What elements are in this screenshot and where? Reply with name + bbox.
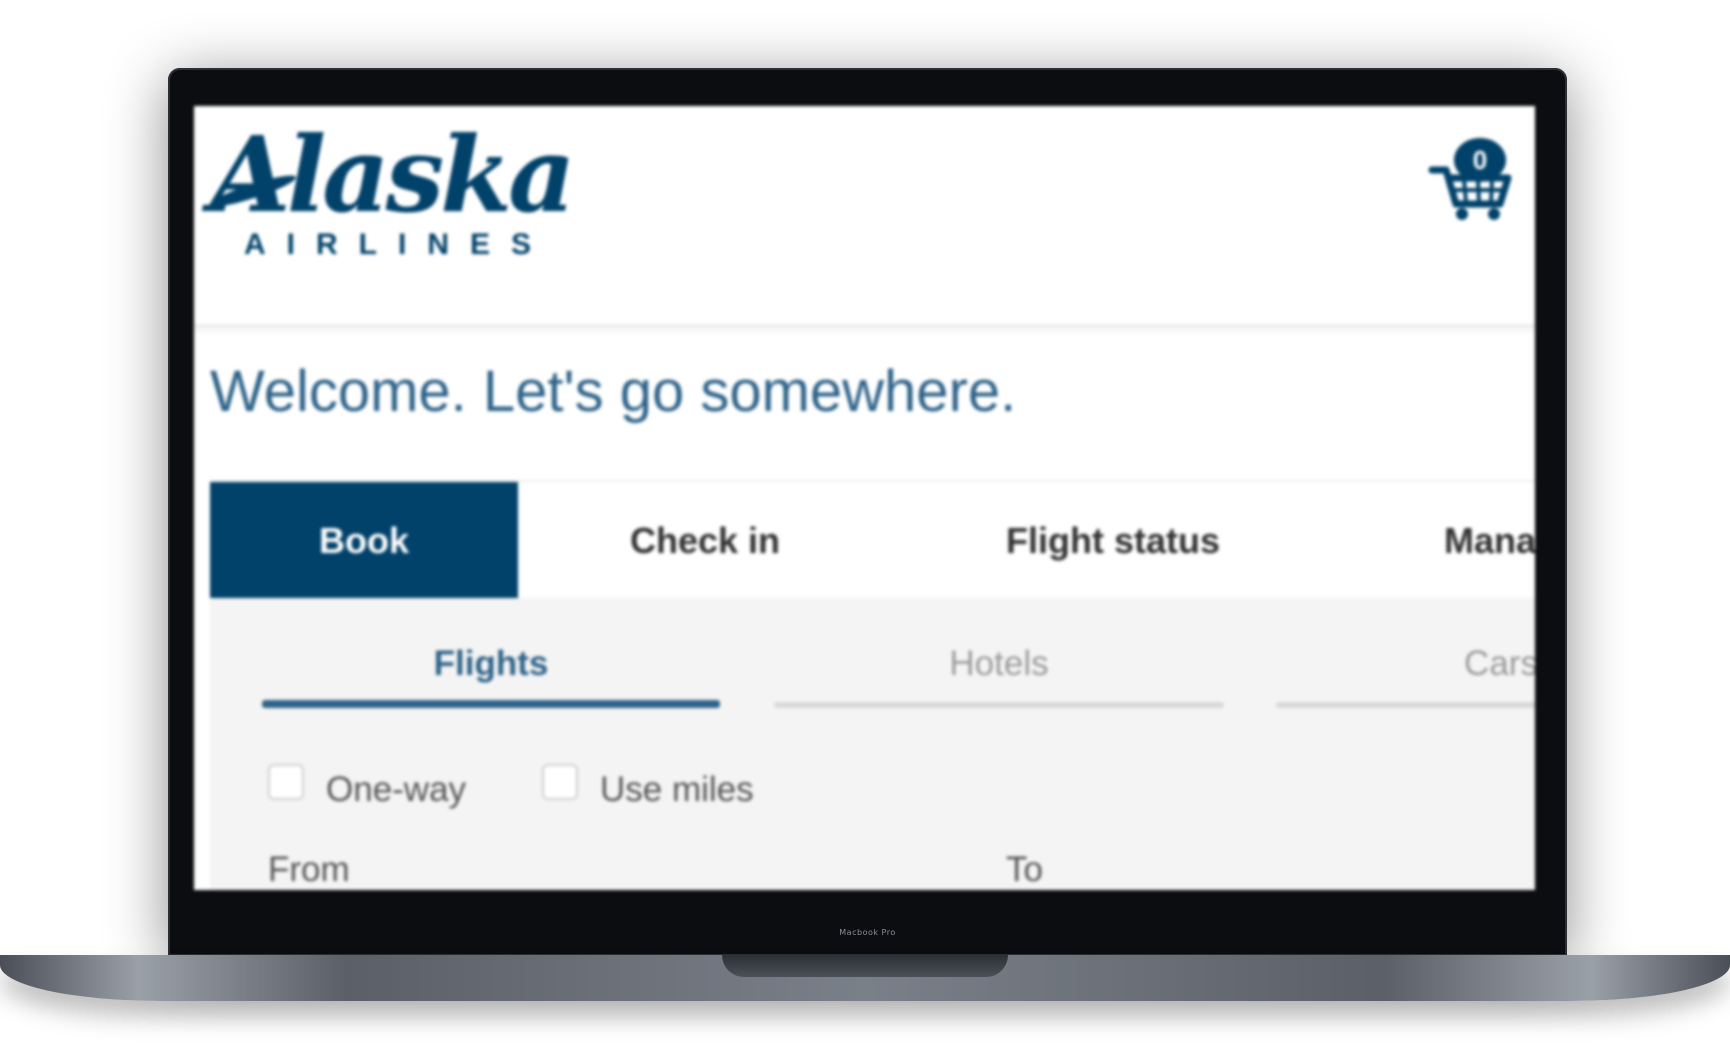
screen: Alaska AIRLINES 0 Welcome. Let's go some… <box>194 106 1535 890</box>
subtab-hotels-label: Hotels <box>949 644 1049 683</box>
logo-script: Alaska <box>210 113 576 236</box>
stage: Macbook Pro Alaska AIRLINES 0 Welcome. L… <box>0 0 1730 1046</box>
logo-subtitle: AIRLINES <box>244 228 553 261</box>
subtab-cars-label: Cars <box>1464 644 1535 683</box>
tab-flight-status[interactable]: Flight status <box>1006 482 1220 600</box>
one-way-option[interactable]: One-way <box>268 764 467 810</box>
alaska-logo[interactable]: Alaska AIRLINES <box>208 113 576 262</box>
subtab-flights-label: Flights <box>433 644 549 683</box>
page-title: Welcome. Let's go somewhere. <box>210 359 1017 424</box>
main-tabs: Book Check in Flight status Manage trips <box>210 480 1535 606</box>
one-way-label: One-way <box>326 770 467 809</box>
cart-count-badge: 0 <box>1454 138 1506 182</box>
subtab-hotels-indicator <box>774 702 1224 708</box>
tab-book[interactable]: Book <box>210 482 518 600</box>
to-label: To <box>1006 850 1043 889</box>
booking-panel: Flights Hotels Cars <box>210 598 1535 890</box>
bezel-label: Macbook Pro <box>839 928 896 937</box>
tab-manage-trips[interactable]: Manage trips <box>1444 482 1535 600</box>
use-miles-checkbox[interactable] <box>542 764 578 800</box>
site-header: Alaska AIRLINES 0 <box>194 106 1535 327</box>
tab-check-in[interactable]: Check in <box>630 482 780 600</box>
one-way-checkbox[interactable] <box>268 764 304 800</box>
use-miles-option[interactable]: Use miles <box>542 764 754 810</box>
subtab-flights[interactable]: Flights <box>262 598 720 708</box>
use-miles-label: Use miles <box>600 770 754 809</box>
subtab-hotels[interactable]: Hotels <box>774 598 1224 708</box>
subtab-flights-indicator <box>262 700 720 708</box>
from-label: From <box>268 850 350 889</box>
subtab-cars[interactable]: Cars <box>1276 598 1535 708</box>
laptop-notch <box>722 955 1008 977</box>
subtab-cars-indicator <box>1276 702 1535 708</box>
